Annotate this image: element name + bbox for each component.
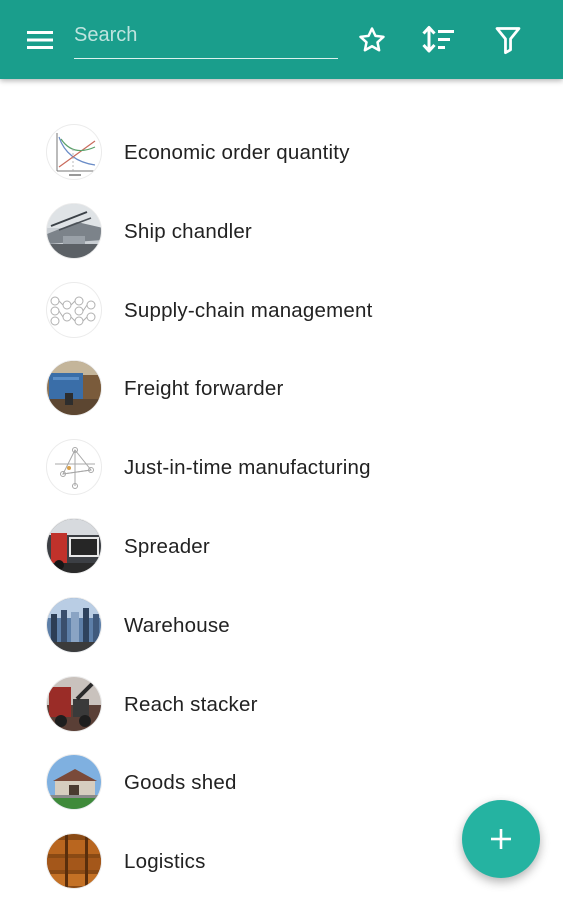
list-item[interactable]: Reach stacker xyxy=(0,665,563,743)
reach-stacker-thumbnail xyxy=(46,676,102,732)
add-button[interactable] xyxy=(462,800,540,878)
list-item-label: Economic order quantity xyxy=(124,141,350,164)
list-item-label: Warehouse xyxy=(124,614,230,637)
list-item[interactable]: Just-in-time manufacturing xyxy=(0,428,563,506)
spreader-thumbnail xyxy=(46,518,102,574)
search-input[interactable] xyxy=(74,18,338,52)
list-item[interactable]: Spreader xyxy=(0,507,563,585)
logistics-thumbnail xyxy=(46,833,102,889)
list-item[interactable]: Ship chandler xyxy=(0,192,563,270)
warehouse-thumbnail xyxy=(46,597,102,653)
goods-shed-thumbnail xyxy=(46,754,102,810)
list-item-label: Freight forwarder xyxy=(124,377,284,400)
filter-icon xyxy=(495,27,521,55)
search-field xyxy=(74,18,338,59)
star-outline-icon xyxy=(359,27,385,52)
list-item-label: Goods shed xyxy=(124,771,237,794)
sort-icon xyxy=(422,26,454,53)
list-item-label: Just-in-time manufacturing xyxy=(124,456,371,479)
list-item-label: Supply-chain management xyxy=(124,299,373,322)
eoq-chart-thumbnail xyxy=(46,124,102,180)
filter-button[interactable] xyxy=(488,20,528,60)
plus-icon xyxy=(491,829,511,849)
list-item-label: Spreader xyxy=(124,535,210,558)
list-item[interactable]: Freight forwarder xyxy=(0,349,563,427)
list-item-label: Reach stacker xyxy=(124,693,258,716)
supply-chain-diagram-thumbnail xyxy=(46,282,102,338)
list-item-label: Logistics xyxy=(124,850,206,873)
jit-diagram-thumbnail xyxy=(46,439,102,495)
app-bar xyxy=(0,0,563,79)
menu-button[interactable] xyxy=(20,22,60,58)
favorites-button[interactable] xyxy=(352,20,392,60)
list-item[interactable]: Economic order quantity xyxy=(0,113,563,191)
list-item[interactable]: Warehouse xyxy=(0,586,563,664)
ship-chandler-thumbnail xyxy=(46,203,102,259)
freight-forwarder-thumbnail xyxy=(46,360,102,416)
sort-button[interactable] xyxy=(418,20,460,60)
list-item[interactable]: Supply-chain management xyxy=(0,271,563,349)
menu-icon xyxy=(27,31,53,49)
list-item-label: Ship chandler xyxy=(124,220,252,243)
